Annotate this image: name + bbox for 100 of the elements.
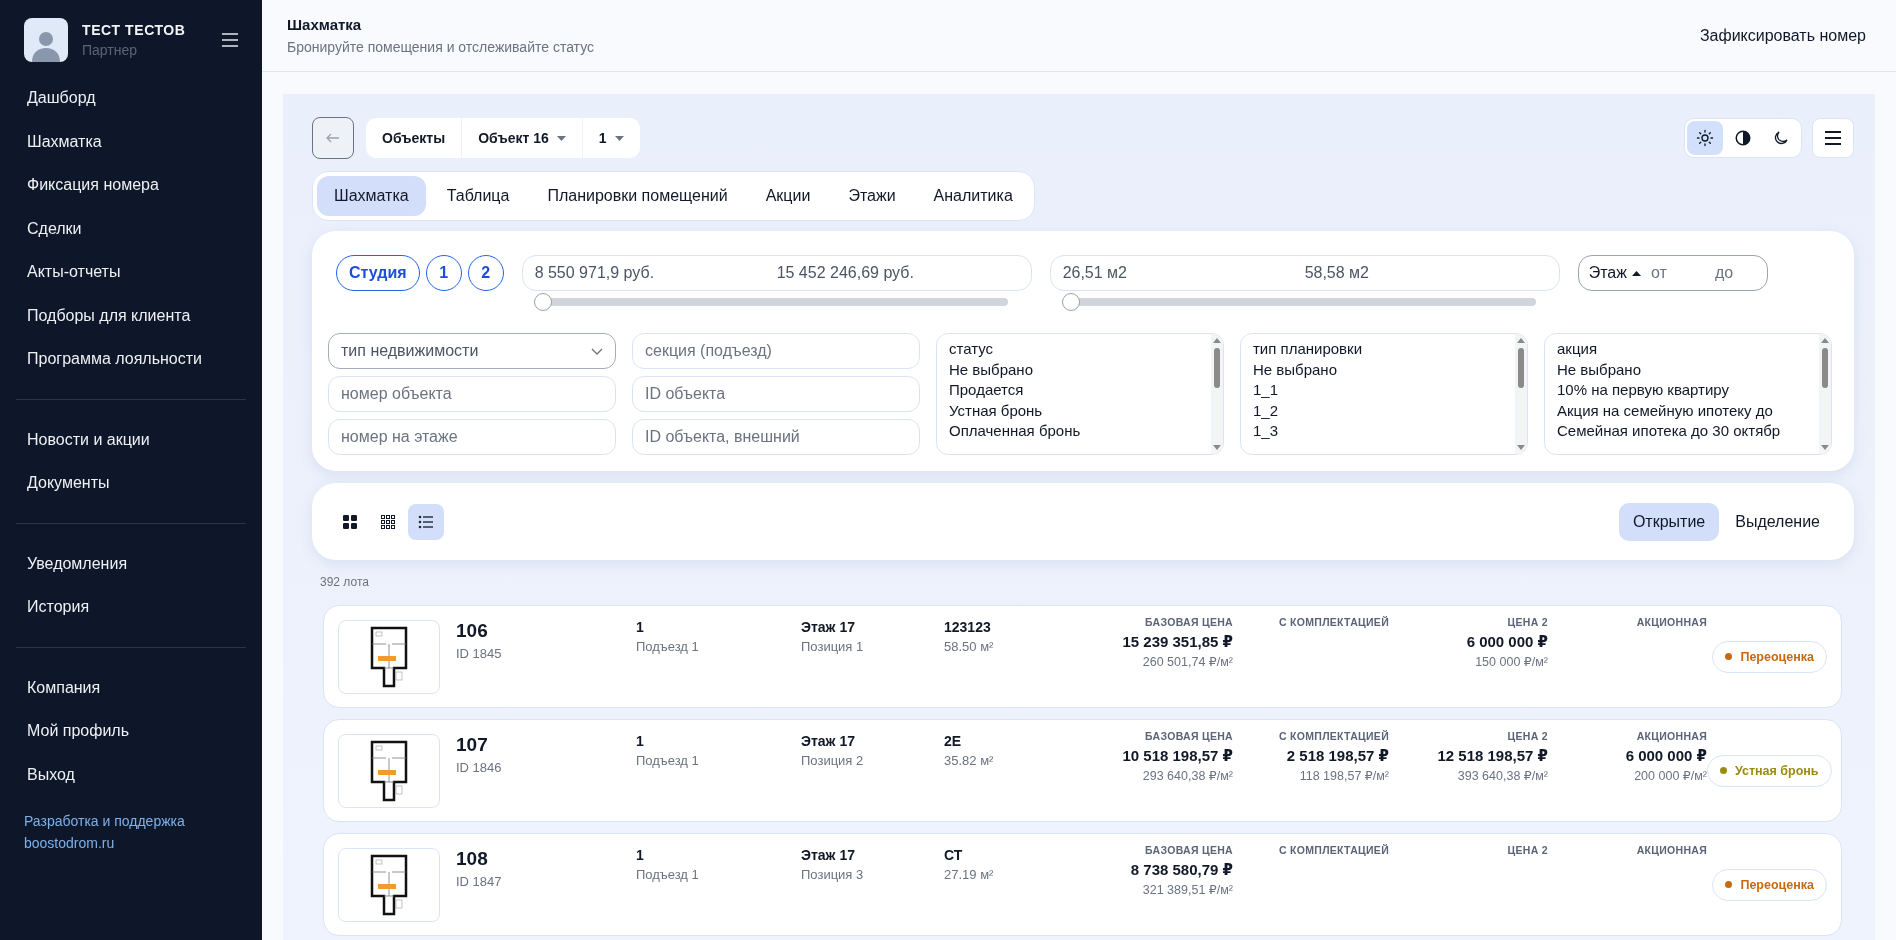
nav-item[interactable]: Акты-отчеты: [0, 250, 262, 294]
lot-number: 106: [456, 620, 489, 642]
position-label: Позиция 2: [801, 753, 865, 768]
area-value: 58.50 м²: [944, 639, 995, 654]
breadcrumb-dropdown[interactable]: Объекты: [366, 118, 463, 158]
tab[interactable]: Шахматка: [317, 176, 426, 216]
section-number: 1: [636, 619, 645, 635]
price-label: АКЦИОННАЯ: [1636, 844, 1707, 856]
input-field[interactable]: секция (подъезд): [632, 333, 920, 369]
position-label: Позиция 3: [801, 867, 865, 882]
price-value: 6 000 000 ₽: [1625, 747, 1707, 765]
sun-icon: [1696, 129, 1714, 147]
lot-number: 107: [456, 734, 489, 756]
lot-row[interactable]: 106 ID 1845 1 Подъезд 1 Этаж 17 Позиция 1 123123 58.50 м² БАЗОВАЯ ЦЕНА 15 239 351,85 ₽ 260 501,74 ₽/м² С КОМПЛЕКТАЦИЕЙ ЦЕНА 2 6 000 000 ₽ 150 000 ₽/м² АКЦИОННАЯ Переоценка: [323, 605, 1842, 708]
menu-icon[interactable]: [222, 33, 238, 47]
price-label: БАЗОВАЯ ЦЕНА: [1145, 730, 1233, 742]
price-value: 2 518 198,57 ₽: [1286, 747, 1389, 765]
footer-link[interactable]: boostodrom.ru: [24, 835, 115, 851]
input-field[interactable]: ID объекта: [632, 376, 920, 412]
tab[interactable]: Планировки помещений: [530, 176, 745, 216]
mode-button[interactable]: Открытие: [1618, 502, 1720, 541]
input-field[interactable]: номер на этаже: [328, 419, 616, 455]
select-field[interactable]: тип недвижимости: [328, 333, 616, 369]
back-button[interactable]: [312, 117, 354, 159]
floor-label: Этаж 17: [801, 619, 856, 635]
entrance-label: Подъезд 1: [636, 639, 700, 654]
tab[interactable]: Таблица: [429, 176, 527, 216]
list-icon: [418, 513, 434, 530]
price-label: С КОМПЛЕКТАЦИЕЙ: [1279, 616, 1389, 628]
nav-item[interactable]: Дашборд: [0, 76, 262, 120]
layout-type: 123123: [944, 619, 992, 635]
fix-number-button[interactable]: Зафиксировать номер: [1693, 25, 1872, 46]
nav-item[interactable]: Мой профиль: [0, 709, 262, 753]
layout-type: СТ: [944, 847, 964, 863]
menu-button[interactable]: [1812, 118, 1854, 158]
nav-item[interactable]: Компания: [0, 665, 262, 709]
nav-item[interactable]: История: [0, 585, 262, 629]
caret-icon: [614, 135, 624, 141]
price-label: С КОМПЛЕКТАЦИЕЙ: [1279, 730, 1389, 742]
nav-item[interactable]: Программа лояльности: [0, 337, 262, 381]
nav-item[interactable]: Уведомления: [0, 541, 262, 585]
area-range-field[interactable]: 26,51 м2 58,58 м2: [1049, 255, 1560, 291]
list-box[interactable]: статус Не выбрано Продается Устная бронь Оплаченная бронь: [936, 333, 1224, 455]
nav-item[interactable]: Документы: [0, 461, 262, 505]
input-field[interactable]: номер объекта: [328, 376, 616, 412]
list-box[interactable]: акция Не выбрано 10% на первую квартиру Акция на семейную ипотеку до Семейная ипотека до 30 октябр: [1544, 333, 1832, 455]
floor-label: Этаж 17: [801, 733, 856, 749]
lot-id: ID 1845: [456, 646, 503, 661]
price-label: С КОМПЛЕКТАЦИЕЙ: [1279, 844, 1389, 856]
position-label: Позиция 1: [801, 639, 865, 654]
price-per-m2: 293 640,38 ₽/м²: [1142, 768, 1233, 783]
tab[interactable]: Акции: [748, 176, 828, 216]
floor-from-input[interactable]: от: [1648, 263, 1705, 283]
nav-item[interactable]: Подборы для клиента: [0, 293, 262, 337]
input-field[interactable]: ID объекта, внешний: [632, 419, 920, 455]
lot-row[interactable]: [323, 719, 1842, 822]
section-number: 1: [636, 847, 645, 863]
price-value: 10 518 198,57 ₽: [1122, 747, 1233, 765]
area-slider[interactable]: [1061, 293, 1536, 311]
dense-grid-icon: [380, 513, 396, 530]
floor-label: Этаж 17: [801, 847, 856, 863]
price-per-m2: 150 000 ₽/м²: [1475, 654, 1548, 669]
section-number: 1: [636, 733, 645, 749]
floor-to-input[interactable]: до: [1712, 263, 1769, 283]
grid-icon: [342, 513, 358, 530]
nav-item[interactable]: Выход: [0, 752, 262, 796]
lot-id: ID 1846: [456, 760, 503, 775]
price-label: ЦЕНА 2: [1507, 844, 1548, 856]
list-box[interactable]: тип планировки Не выбрано 1_1 1_2 1_3: [1240, 333, 1528, 455]
tab[interactable]: Этажи: [831, 176, 913, 216]
slider-thumb[interactable]: [1061, 293, 1080, 311]
price-label: АКЦИОННАЯ: [1636, 730, 1707, 742]
room-filter-chip[interactable]: 2: [467, 255, 504, 291]
price-range-field[interactable]: 8 550 971,9 руб. 15 452 246,69 руб.: [521, 255, 1032, 291]
price-label: БАЗОВАЯ ЦЕНА: [1145, 616, 1233, 628]
floor-sort-button[interactable]: Этаж: [1588, 264, 1641, 282]
price-label: ЦЕНА 2: [1507, 730, 1548, 742]
breadcrumb-dropdown[interactable]: Объект 16: [462, 118, 583, 158]
nav-item[interactable]: Сделки: [0, 206, 262, 250]
moon-icon: [1772, 129, 1790, 147]
contrast-icon: [1734, 129, 1752, 147]
room-filter-chip[interactable]: 1: [425, 255, 462, 291]
theme-toggle[interactable]: [1687, 121, 1723, 155]
slider-thumb[interactable]: [533, 293, 552, 311]
tab[interactable]: Аналитика: [916, 176, 1030, 216]
view-mode-button[interactable]: [408, 503, 444, 540]
price-value: 12 518 198,57 ₽: [1437, 747, 1548, 765]
footer-text: Разработка и поддержка: [24, 812, 186, 831]
lot-row[interactable]: 108 ID 1847 1 Подъезд 1 Этаж 17 Позиция 3 СТ 27.19 м² БАЗОВАЯ ЦЕНА 8 738 580,79 ₽ 321 389,51 ₽/м² С КОМПЛЕКТАЦИЕЙ ЦЕНА 2 АКЦИОННАЯ Переоценка: [323, 833, 1842, 936]
mode-button[interactable]: Выделение: [1721, 502, 1834, 541]
nav-item[interactable]: Шахматка: [0, 119, 262, 163]
price-per-m2: 393 640,38 ₽/м²: [1457, 768, 1548, 783]
chevron-icon: [591, 347, 603, 355]
price-slider[interactable]: [533, 293, 1008, 311]
room-filter-chip[interactable]: Студия: [336, 255, 420, 291]
nav-item[interactable]: Новости и акции: [0, 417, 262, 461]
price-value: 8 738 580,79 ₽: [1130, 861, 1233, 879]
lot-id: ID 1847: [456, 874, 503, 889]
breadcrumb-dropdown[interactable]: 1: [582, 118, 640, 158]
nav-item[interactable]: Фиксация номера: [0, 163, 262, 207]
